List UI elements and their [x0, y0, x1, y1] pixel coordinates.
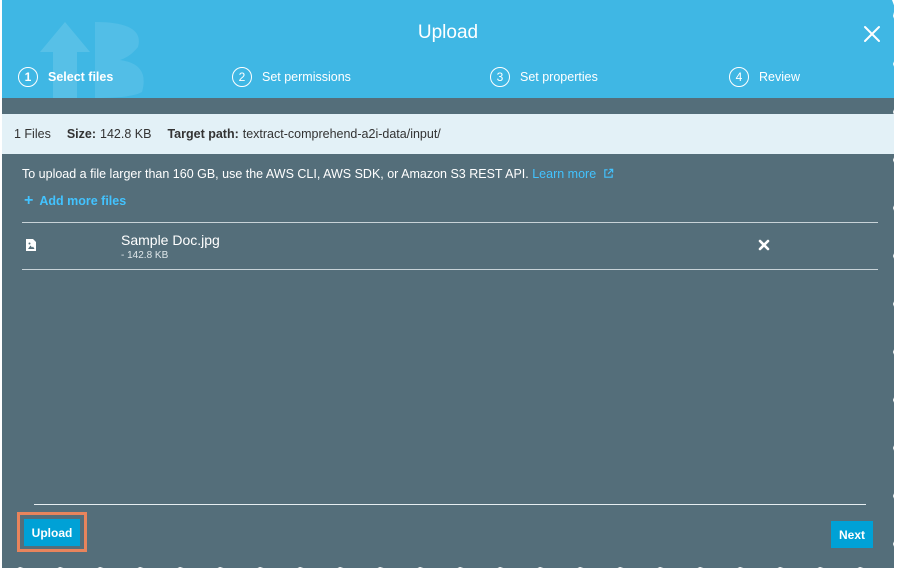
step-set-permissions[interactable]: 2 Set permissions — [232, 66, 351, 88]
step-label: Select files — [48, 70, 114, 84]
step-select-files[interactable]: 1 Select files — [18, 66, 113, 88]
target-path-value: textract-comprehend-a2i-data/input/ — [242, 127, 441, 141]
step-set-properties[interactable]: 3 Set properties — [490, 66, 598, 88]
file-size: - 142.8 KB — [121, 250, 169, 261]
plus-icon: + — [24, 192, 34, 209]
upload-dialog: Upload 1 Select files 2 Set permissions … — [2, 0, 894, 568]
file-name: Sample Doc.jpg — [121, 232, 220, 248]
close-icon[interactable] — [862, 24, 882, 44]
torn-edge-right — [892, 0, 900, 574]
target-path-summary: Target path: textract-comprehend-a2i-data… — [167, 127, 440, 141]
step-label: Set properties — [520, 70, 598, 84]
dialog-title: Upload — [417, 22, 479, 43]
size-summary: Size: 142.8 KB — [67, 127, 152, 141]
step-label: Review — [759, 70, 800, 84]
step-label: Set permissions — [262, 70, 351, 84]
upload-summary-bar: 1 Files Size: 142.8 KB Target path: textra… — [2, 114, 894, 154]
size-label: Size: — [66, 127, 97, 141]
dialog-header: Upload 1 Select files 2 Set permissions … — [2, 0, 894, 98]
upload-button[interactable]: Upload — [24, 519, 80, 546]
step-number: 4 — [729, 67, 749, 87]
files-count: 1 Files — [14, 127, 51, 141]
image-file-icon — [26, 239, 36, 251]
next-button[interactable]: Next — [831, 521, 873, 548]
step-number: 2 — [232, 67, 252, 87]
file-row: Sample Doc.jpg - 142.8 KB — [22, 223, 878, 269]
remove-file-icon[interactable] — [758, 239, 770, 251]
target-path-label: Target path: — [167, 127, 239, 141]
step-number: 3 — [490, 67, 510, 87]
step-review[interactable]: 4 Review — [729, 66, 800, 88]
external-link-icon — [603, 168, 613, 178]
file-list-bottom-divider — [22, 269, 878, 270]
add-more-files-label: Add more files — [39, 194, 127, 208]
size-value: 142.8 KB — [100, 127, 152, 141]
torn-edge-bottom — [0, 567, 900, 574]
footer-divider — [34, 504, 866, 505]
add-more-files-button[interactable]: + Add more files — [24, 193, 126, 209]
large-file-notice: To upload a file larger than 160 GB, use… — [22, 167, 614, 181]
learn-more-link[interactable]: Learn more — [532, 167, 613, 181]
step-number: 1 — [18, 67, 38, 87]
notice-text: To upload a file larger than 160 GB, use… — [22, 167, 529, 181]
